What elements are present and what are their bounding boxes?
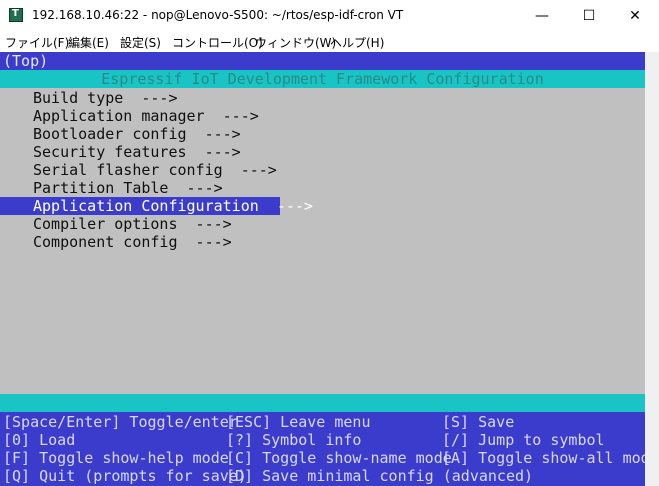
help-save: [S] Save: [442, 413, 515, 431]
help-load: [0] Load: [3, 431, 76, 449]
help-show-help-mode: [F] Toggle show-help mode: [3, 449, 229, 467]
menu-item-security-features[interactable]: Security features --->: [33, 143, 241, 161]
help-symbol-info: [?] Symbol info: [226, 431, 362, 449]
menu-item-component-config[interactable]: Component config --->: [33, 233, 232, 251]
menu-item-compiler-options[interactable]: Compiler options --->: [33, 215, 232, 233]
menu-help[interactable]: ヘルプ(H): [330, 34, 384, 51]
close-button[interactable]: ✕: [612, 0, 658, 31]
menu-item-bootloader-config[interactable]: Bootloader config --->: [33, 125, 241, 143]
teraterm-app-icon[interactable]: [9, 8, 23, 22]
menu-item-application-configuration[interactable]: Application Configuration --->: [0, 197, 313, 215]
menu-item-build-type[interactable]: Build type --->: [33, 89, 178, 107]
menu-file[interactable]: ファイル(F): [5, 34, 69, 51]
window-title: 192.168.10.46:22 - nop@Lenovo-S500: ~/rt…: [32, 8, 404, 22]
vertical-scrollbar[interactable]: [645, 52, 659, 486]
menuconfig-header: Espressif IoT Development Framework Conf…: [0, 70, 645, 88]
menu-item-application-manager[interactable]: Application manager --->: [33, 107, 259, 125]
help-show-name-mode: [C] Toggle show-name mode: [226, 449, 452, 467]
menu-settings[interactable]: 設定(S): [120, 34, 161, 51]
menu-control[interactable]: コントロール(O): [172, 34, 263, 51]
help-quit: [Q] Quit (prompts for save): [3, 467, 247, 485]
breadcrumb: (Top): [0, 52, 645, 70]
minimize-button[interactable]: —: [519, 0, 565, 31]
help-save-minimal-config: [D] Save minimal config (advanced): [226, 467, 534, 485]
help-show-all-mode: [A] Toggle show-all mode: [442, 449, 659, 467]
help-toggle-enter: [Space/Enter] Toggle/enter: [3, 413, 238, 431]
terminal-screen[interactable]: (Top) Espressif IoT Development Framewor…: [0, 52, 659, 486]
menu-window[interactable]: ウィンドウ(W): [255, 34, 336, 51]
menu-list: Build type ---> Application manager --->…: [0, 88, 645, 394]
menu-item-partition-table[interactable]: Partition Table --->: [33, 179, 223, 197]
key-help-panel: [Space/Enter] Toggle/enter [0] Load [F] …: [0, 412, 659, 486]
menu-item-serial-flasher-config[interactable]: Serial flasher config --->: [33, 161, 277, 179]
help-divider: [0, 394, 645, 412]
help-leave-menu: [ESC] Leave menu: [226, 413, 371, 431]
maximize-button[interactable]: ☐: [566, 0, 612, 31]
window-titlebar: 192.168.10.46:22 - nop@Lenovo-S500: ~/rt…: [0, 0, 659, 31]
help-jump-to-symbol: [/] Jump to symbol: [442, 431, 605, 449]
menu-edit[interactable]: 編集(E): [68, 34, 109, 51]
menubar: ファイル(F) 編集(E) 設定(S) コントロール(O) ウィンドウ(W) ヘ…: [0, 31, 659, 53]
